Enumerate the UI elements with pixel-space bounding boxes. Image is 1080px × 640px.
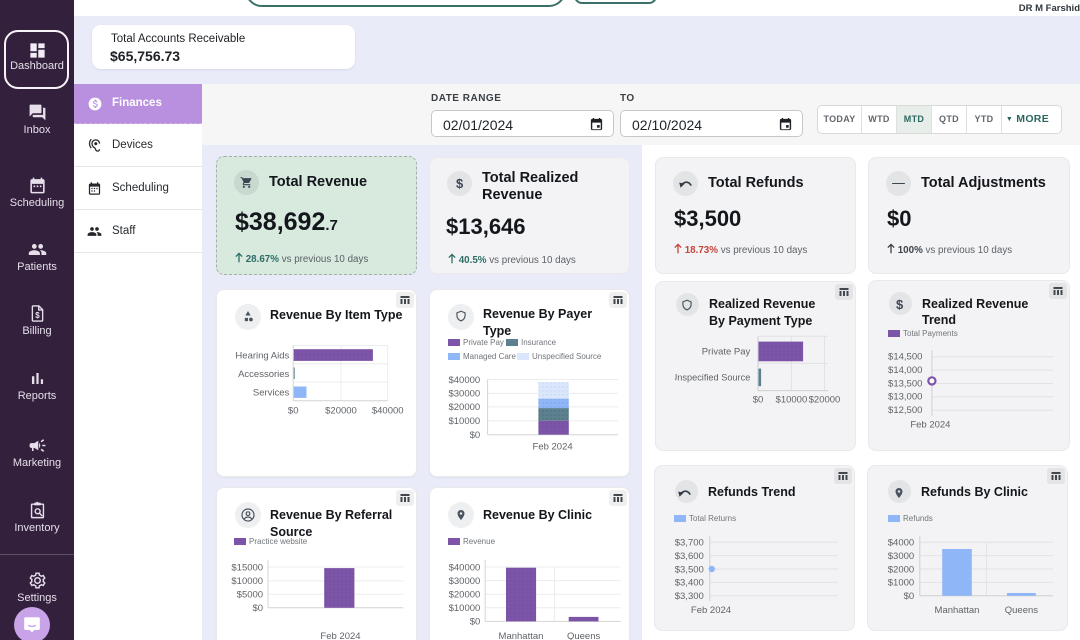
svg-text:$2000: $2000 <box>888 564 914 575</box>
svg-text:$0: $0 <box>288 406 299 417</box>
svg-text:$40000: $40000 <box>372 406 404 417</box>
svg-text:Private Pay: Private Pay <box>702 346 751 357</box>
svg-text:$3,300: $3,300 <box>675 591 704 602</box>
svg-text:$5000: $5000 <box>237 590 263 601</box>
svg-text:$15000: $15000 <box>231 562 263 573</box>
svg-text:$3,400: $3,400 <box>675 578 704 589</box>
svg-text:$0: $0 <box>470 430 481 441</box>
svg-text:$13,500: $13,500 <box>888 378 922 389</box>
svg-text:$0: $0 <box>470 617 481 628</box>
svg-text:Queens: Queens <box>567 631 601 640</box>
svg-text:$3,600: $3,600 <box>675 551 704 562</box>
svg-text:$20000: $20000 <box>449 590 481 601</box>
svg-text:$3,700: $3,700 <box>675 538 704 549</box>
svg-text:$0: $0 <box>753 395 764 406</box>
svg-text:$10000: $10000 <box>231 576 263 587</box>
svg-text:Hearing Aids: Hearing Aids <box>235 350 289 361</box>
svg-text:$30000: $30000 <box>449 576 481 587</box>
svg-text:$0: $0 <box>904 591 915 602</box>
svg-text:Manhattan: Manhattan <box>499 631 544 640</box>
svg-text:$: $ <box>35 311 40 320</box>
svg-text:Queens: Queens <box>1005 605 1039 616</box>
svg-text:$10000: $10000 <box>449 603 481 614</box>
svg-text:$3,500: $3,500 <box>675 564 704 575</box>
svg-text:$13,000: $13,000 <box>888 392 922 403</box>
svg-text:$14,500: $14,500 <box>888 352 922 363</box>
svg-text:$30000: $30000 <box>448 389 480 400</box>
svg-text:Unspecified Source: Unspecified Source <box>675 373 750 383</box>
svg-text:$12,500: $12,500 <box>888 405 922 416</box>
svg-text:$20000: $20000 <box>448 402 480 413</box>
svg-text:Feb 2024: Feb 2024 <box>691 605 731 616</box>
svg-text:$40000: $40000 <box>448 375 480 386</box>
svg-text:$20000: $20000 <box>809 395 841 406</box>
svg-text:$14,000: $14,000 <box>888 365 922 376</box>
svg-text:$3000: $3000 <box>888 551 914 562</box>
svg-text:Services: Services <box>253 387 290 398</box>
svg-text:$20000: $20000 <box>325 406 357 417</box>
svg-text:Accessories: Accessories <box>238 369 289 380</box>
svg-text:Feb 2024: Feb 2024 <box>533 442 573 453</box>
svg-text:$10000: $10000 <box>776 395 808 406</box>
svg-text:$10000: $10000 <box>448 416 480 427</box>
svg-text:Manhattan: Manhattan <box>935 605 980 616</box>
svg-text:$40000: $40000 <box>449 562 481 573</box>
svg-text:$4000: $4000 <box>888 538 914 549</box>
svg-text:$0: $0 <box>253 603 264 614</box>
svg-text:Feb 2024: Feb 2024 <box>320 631 360 640</box>
svg-text:$1000: $1000 <box>888 578 914 589</box>
svg-text:Feb 2024: Feb 2024 <box>910 420 950 431</box>
